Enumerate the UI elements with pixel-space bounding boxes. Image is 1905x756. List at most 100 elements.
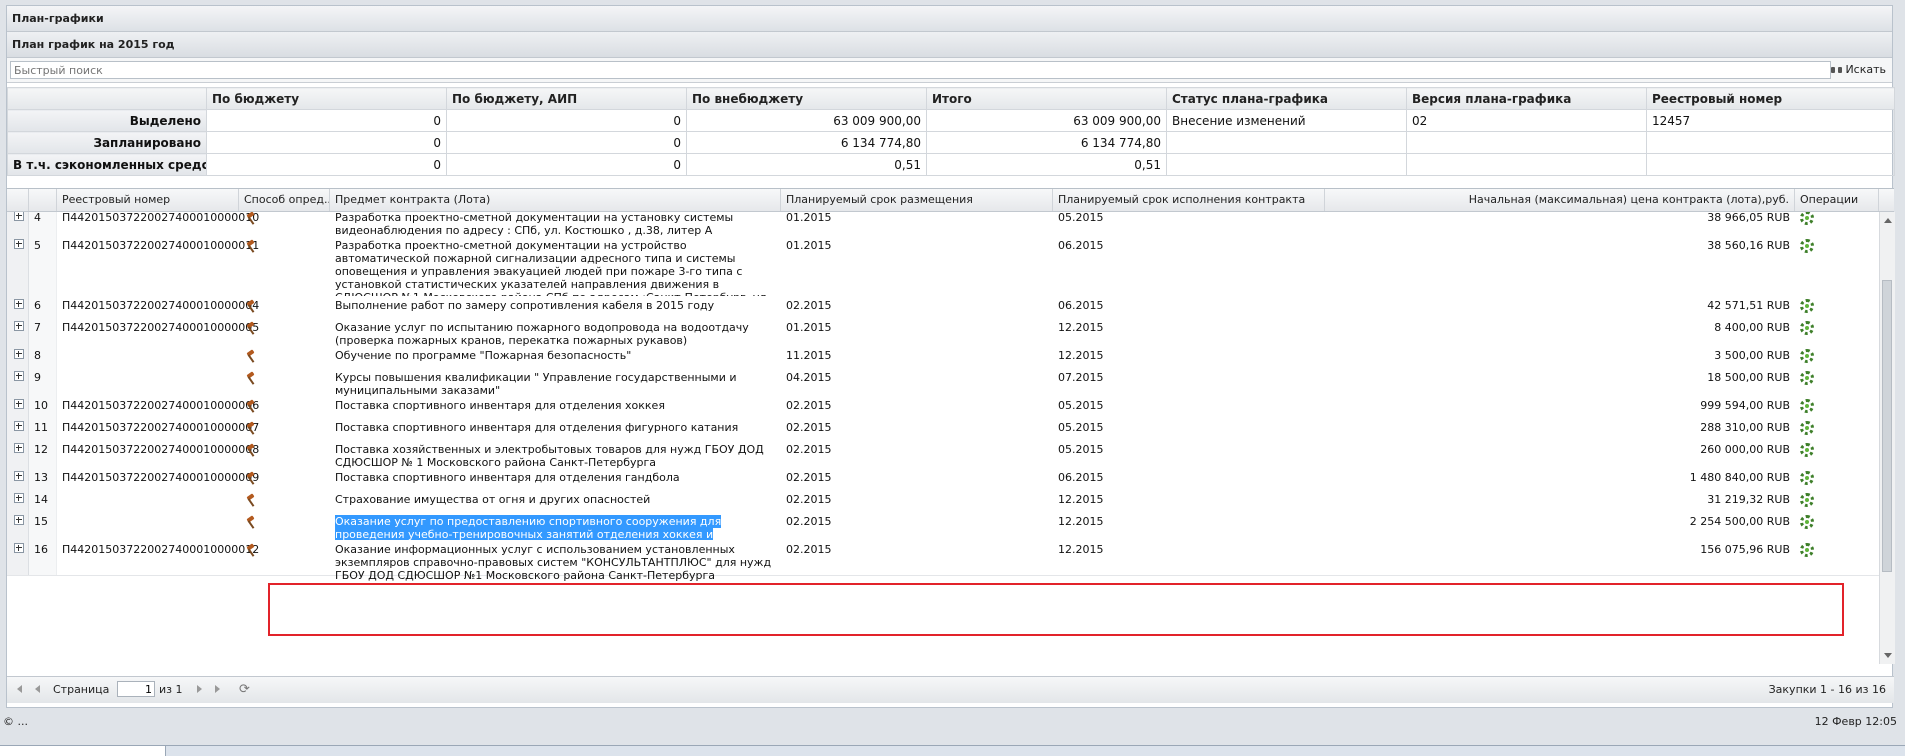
grid-col-subject[interactable]: Предмет контракта (Лота) xyxy=(330,189,781,211)
table-row[interactable]: 10 П442015037220027400010000006 Поставка с… xyxy=(7,396,1879,419)
settings-gear-icon[interactable] xyxy=(1800,349,1814,363)
expand-row-icon[interactable] xyxy=(7,540,29,575)
table-row[interactable]: 15 Оказание услуг по предоставлению спорт… xyxy=(7,512,1879,554)
subject-cell: Оказание услуг по испытанию пожарного во… xyxy=(330,318,781,347)
plus-box-icon xyxy=(14,299,24,309)
expand-row-icon[interactable] xyxy=(7,296,29,318)
settings-gear-icon[interactable] xyxy=(1800,443,1814,457)
settings-gear-icon[interactable] xyxy=(1800,299,1814,313)
summary-cell xyxy=(1406,131,1647,154)
expand-row-icon[interactable] xyxy=(7,512,29,540)
scroll-up-arrow-icon[interactable] xyxy=(1884,218,1892,223)
table-row[interactable]: 9 Курсы повышения квалификации " Управлен… xyxy=(7,368,1879,397)
summary-cell: 0 xyxy=(446,153,687,176)
summary-row-label: Запланировано xyxy=(7,131,207,154)
settings-gear-icon[interactable] xyxy=(1800,212,1814,225)
auction-hammer-icon xyxy=(244,443,260,457)
status-bar: © ... 12 Февр 12:05 xyxy=(0,712,1905,732)
summary-cell xyxy=(1166,153,1407,176)
prev-page-icon[interactable] xyxy=(35,683,40,697)
settings-gear-icon[interactable] xyxy=(1800,371,1814,385)
page-number-input[interactable] xyxy=(117,681,155,697)
table-row[interactable]: 8 Обучение по программе "Пожарная безопас… xyxy=(7,346,1879,369)
price-cell: 156 075,96 RUB xyxy=(1700,543,1790,556)
grid-col-price[interactable]: Начальная (максимальная) цена контракта … xyxy=(1325,189,1795,211)
subject-text: Поставка спортивного инвентаря для отдел… xyxy=(335,399,665,412)
search-button[interactable]: Искать xyxy=(1831,61,1886,79)
table-row[interactable]: 16 П442015037220027400010000012 Оказание и… xyxy=(7,540,1879,582)
place-date-cell: 02.2015 xyxy=(786,493,832,506)
row-number: 5 xyxy=(29,236,57,296)
price-cell: 42 571,51 RUB xyxy=(1707,299,1790,312)
expand-row-icon[interactable] xyxy=(7,490,29,512)
scroll-thumb[interactable] xyxy=(1882,280,1892,572)
first-page-icon[interactable] xyxy=(15,683,22,697)
row-number: 16 xyxy=(29,540,57,575)
settings-gear-icon[interactable] xyxy=(1800,239,1814,253)
settings-gear-icon[interactable] xyxy=(1800,471,1814,485)
table-row[interactable]: 12 П442015037220027400010000008 Поставка х… xyxy=(7,440,1879,469)
grid-col-exec-date[interactable]: Планируемый срок исполнения контракта xyxy=(1053,189,1325,211)
summary-row-planned: Запланировано 0 0 6 134 774,80 6 134 774… xyxy=(7,131,1895,154)
expand-row-icon[interactable] xyxy=(7,468,29,490)
next-page-icon[interactable] xyxy=(197,683,202,697)
settings-gear-icon[interactable] xyxy=(1800,321,1814,335)
auction-hammer-icon xyxy=(244,212,260,225)
expand-row-icon[interactable] xyxy=(7,236,29,296)
grid-vertical-scrollbar[interactable] xyxy=(1879,212,1895,664)
summary-cell-registry: 12457 xyxy=(1646,109,1895,132)
method-cell xyxy=(239,212,330,228)
expand-row-icon[interactable] xyxy=(7,440,29,468)
scroll-down-arrow-icon[interactable] xyxy=(1884,653,1892,658)
table-row[interactable]: 4 П442015037220027400010000010 Разработка … xyxy=(7,212,1879,237)
settings-gear-icon[interactable] xyxy=(1800,543,1814,557)
table-row[interactable]: 13 П442015037220027400010000009 Поставка с… xyxy=(7,468,1879,491)
auction-hammer-icon xyxy=(244,471,260,485)
expand-row-icon[interactable] xyxy=(7,212,29,236)
summary-corner xyxy=(7,87,207,110)
taskbar xyxy=(0,745,1905,756)
registry-number-cell: П442015037220027400010000004 xyxy=(62,299,260,312)
registry-number-cell: П442015037220027400010000012 xyxy=(62,543,260,556)
settings-gear-icon[interactable] xyxy=(1800,515,1814,529)
expand-row-icon[interactable] xyxy=(7,368,29,396)
grid-col-method[interactable]: Способ опред... xyxy=(239,189,330,211)
grid-col-operations[interactable]: Операции xyxy=(1795,189,1879,211)
summary-row-label: В т.ч. сэкономленных средств xyxy=(7,153,207,176)
summary-row-label: Выделено xyxy=(7,109,207,132)
method-cell xyxy=(239,346,330,366)
refresh-icon[interactable]: ⟳ xyxy=(239,683,250,697)
table-row[interactable]: 6 П442015037220027400010000004 Выполнение … xyxy=(7,296,1879,319)
settings-gear-icon[interactable] xyxy=(1800,493,1814,507)
expand-row-icon[interactable] xyxy=(7,318,29,346)
summary-table: По бюджету По бюджету, АИП По внебюджету… xyxy=(7,87,1895,176)
grid-col-registry[interactable]: Реестровый номер xyxy=(57,189,239,211)
summary-cell: 63 009 900,00 xyxy=(686,109,927,132)
grid-col-place-date[interactable]: Планируемый срок размещения xyxy=(781,189,1053,211)
exec-date-cell: 06.2015 xyxy=(1058,239,1104,252)
operations-cell xyxy=(1795,512,1879,532)
expand-row-icon[interactable] xyxy=(7,346,29,368)
expand-row-icon[interactable] xyxy=(7,396,29,418)
quick-search-input[interactable] xyxy=(10,61,1831,79)
table-row[interactable]: 7 П442015037220027400010000005 Оказание ус… xyxy=(7,318,1879,347)
settings-gear-icon[interactable] xyxy=(1800,399,1814,413)
exec-date-cell: 05.2015 xyxy=(1058,399,1104,412)
plus-box-icon xyxy=(14,349,24,359)
status-clock: 12 Февр 12:05 xyxy=(1814,715,1897,728)
expand-row-icon[interactable] xyxy=(7,418,29,440)
settings-gear-icon[interactable] xyxy=(1800,421,1814,435)
last-page-icon[interactable] xyxy=(215,683,220,697)
row-number: 11 xyxy=(29,418,57,440)
row-number: 6 xyxy=(29,296,57,318)
auction-hammer-icon xyxy=(244,371,260,385)
price-cell: 1 480 840,00 RUB xyxy=(1689,471,1790,484)
table-row[interactable]: 11 П442015037220027400010000007 Поставка с… xyxy=(7,418,1879,441)
subject-text: Оказание информационных услуг с использо… xyxy=(335,543,772,582)
registry-number-cell: П442015037220027400010000007 xyxy=(62,421,260,434)
table-row[interactable]: 5 П442015037220027400010000011 Разработка … xyxy=(7,236,1879,317)
subject-text: Поставка спортивного инвентаря для отдел… xyxy=(335,421,739,434)
method-cell xyxy=(239,236,330,256)
method-cell xyxy=(239,368,330,388)
table-row[interactable]: 14 Страхование имущества от огня и других… xyxy=(7,490,1879,513)
